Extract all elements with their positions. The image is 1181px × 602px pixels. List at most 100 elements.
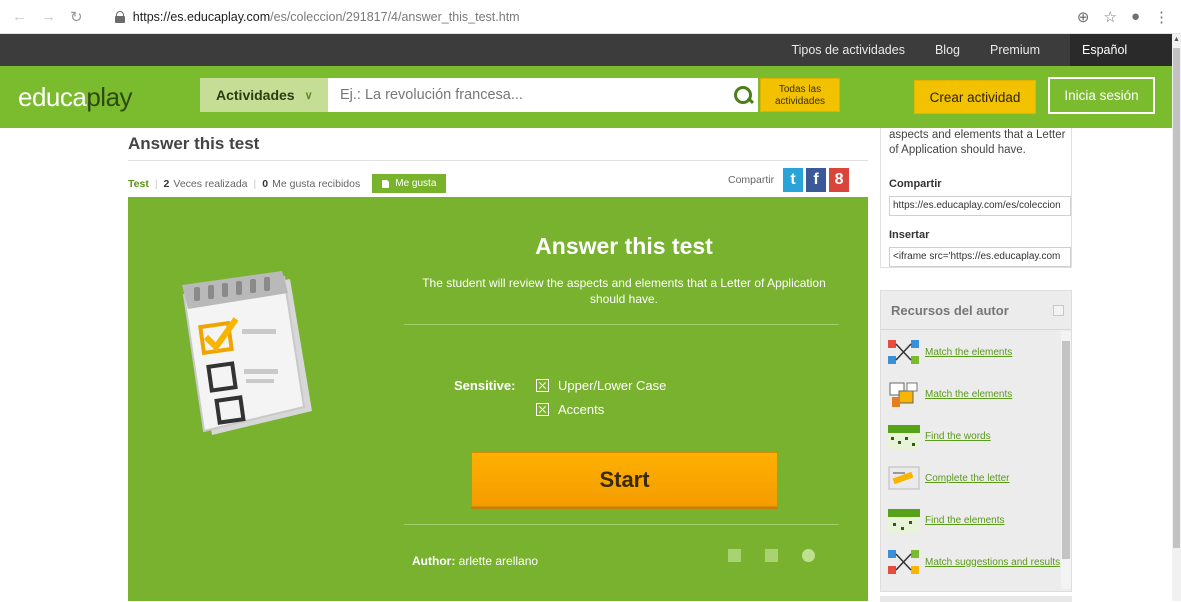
address-bar[interactable]: https://es.educaplay.com/es/coleccion/29…: [109, 4, 1077, 30]
author-line: Author: arlette arellano: [412, 554, 538, 568]
browser-tools: ⊕ ☆ ● ⋮: [1077, 8, 1181, 26]
share-url-field[interactable]: https://es.educaplay.com/es/coleccion: [889, 196, 1071, 216]
chevron-down-icon: ∨: [304, 89, 313, 102]
times-done-count: 2: [163, 177, 170, 190]
nav-link-premium[interactable]: Premium: [990, 43, 1040, 57]
lock-icon: [114, 10, 125, 23]
author-label: Author:: [412, 554, 456, 568]
resource-link[interactable]: Match the elements: [925, 388, 1012, 401]
resource-link[interactable]: Match suggestions and results: [925, 556, 1060, 569]
separator: |: [154, 177, 158, 190]
sidebar-embed-heading: Insertar: [889, 229, 930, 241]
nav-link-blog[interactable]: Blog: [935, 43, 960, 57]
start-button[interactable]: Start: [471, 452, 778, 507]
divider: [128, 160, 868, 161]
resource-link[interactable]: Find the words: [925, 430, 991, 443]
educaplay-logo[interactable]: educaplay: [18, 82, 133, 113]
option-case-sensitive[interactable]: Upper/Lower Case: [536, 378, 666, 393]
forward-icon[interactable]: →: [41, 8, 56, 26]
twitter-icon[interactable]: t: [783, 168, 804, 192]
resources-scrollbar[interactable]: [1061, 331, 1071, 589]
match-activity-icon: [888, 340, 919, 364]
notepad-checklist-icon: [182, 271, 312, 435]
word-search-icon: [888, 509, 920, 533]
category-label: Actividades: [216, 87, 295, 103]
create-activity-button[interactable]: Crear actividad: [914, 80, 1036, 114]
login-button[interactable]: Inicia sesión: [1048, 77, 1155, 114]
author-resources-panel: Recursos del autor Match the elements Ma…: [880, 290, 1072, 592]
print-icon[interactable]: [765, 549, 778, 562]
match-activity-icon: [889, 382, 918, 407]
language-label: Español: [1082, 43, 1128, 57]
word-search-icon: [888, 425, 920, 449]
separator: |: [253, 177, 257, 190]
scroll-up-icon[interactable]: ▲: [1173, 36, 1180, 43]
activity-type-link[interactable]: Test: [128, 178, 149, 190]
fullscreen-icon[interactable]: [728, 549, 741, 562]
facebook-icon[interactable]: f: [806, 168, 827, 192]
search-input[interactable]: Ej.: La revolución francesa...: [328, 78, 728, 112]
zoom-icon[interactable]: ⊕: [1077, 8, 1090, 26]
profile-icon[interactable]: ●: [1131, 8, 1140, 26]
url-host: https://es.educaplay.com: [132, 9, 271, 24]
url-path: /es/coleccion/291817/4/answer_this_test.…: [270, 9, 520, 24]
bookmark-star-icon[interactable]: ☆: [1103, 8, 1116, 26]
like-button[interactable]: Me gusta: [372, 174, 447, 193]
sidebar-next-box: [880, 596, 1072, 602]
checkbox-icon[interactable]: [536, 379, 549, 392]
category-dropdown[interactable]: Actividades ∨: [200, 78, 328, 112]
back-icon[interactable]: ←: [12, 8, 27, 26]
nav-link-activity-types[interactable]: Tipos de actividades: [791, 43, 905, 57]
list-item[interactable]: Match the elements: [887, 331, 1065, 373]
sidebar-description: aspects and elements that a Letter of Ap…: [889, 129, 1066, 156]
help-icon[interactable]: [802, 549, 815, 562]
match-activity-icon: [888, 550, 919, 574]
list-item[interactable]: Find the elements: [887, 499, 1065, 541]
page-scrollbar[interactable]: ▲: [1172, 34, 1181, 601]
menu-kebab-icon[interactable]: ⋮: [1154, 8, 1169, 26]
likes-label: Me gusta recibidos: [272, 177, 361, 190]
resources-list: Match the elements Match the elements Fi…: [887, 331, 1065, 583]
resources-title: Recursos del autor: [891, 303, 1009, 318]
option-label: Accents: [558, 402, 605, 417]
browser-toolbar: ← → ↻ https://es.educaplay.com/es/colecc…: [0, 0, 1181, 34]
list-item[interactable]: Find the words: [887, 415, 1065, 457]
divider: [404, 324, 839, 325]
sidebar-share-heading: Compartir: [889, 178, 942, 190]
resource-link[interactable]: Complete the letter: [925, 472, 1010, 485]
resource-link[interactable]: Match the elements: [925, 346, 1012, 359]
resource-link[interactable]: Find the elements: [925, 514, 1005, 527]
list-item[interactable]: Match the elements: [887, 373, 1065, 415]
activity-tools: [728, 549, 815, 562]
sidebar-info-box: aspects and elements that a Letter of Ap…: [880, 128, 1072, 268]
search-icon[interactable]: [728, 78, 758, 112]
logo-part-2: play: [86, 82, 133, 112]
complete-text-icon: [888, 466, 920, 490]
reload-icon[interactable]: ↻: [70, 8, 83, 26]
divider: [404, 524, 839, 525]
browser-nav: ← → ↻: [0, 8, 109, 26]
collapse-icon[interactable]: [1053, 305, 1064, 316]
option-accents[interactable]: Accents: [536, 402, 604, 417]
embed-code-field[interactable]: <iframe src='https://es.educaplay.com: [889, 247, 1071, 267]
list-item[interactable]: Match suggestions and results: [887, 541, 1065, 583]
author-name[interactable]: arlette arellano: [459, 554, 538, 568]
times-done-label: Veces realizada: [173, 177, 248, 190]
top-nav-bar: Tipos de actividades Blog Premium Españo…: [0, 34, 1180, 66]
checkbox-icon[interactable]: [536, 403, 549, 416]
card-title: Answer this test: [535, 233, 713, 259]
scrollbar-thumb[interactable]: [1173, 48, 1180, 548]
share-bar: Compartir t f 8: [728, 168, 850, 192]
share-label: Compartir: [728, 174, 775, 186]
all-activities-button[interactable]: Todas las actividades: [760, 78, 840, 112]
google-plus-icon[interactable]: 8: [829, 168, 850, 192]
sensitive-label: Sensitive:: [454, 378, 516, 393]
thumbs-up-icon: [382, 179, 390, 188]
list-item[interactable]: Complete the letter: [887, 457, 1065, 499]
like-button-label: Me gusta: [395, 178, 437, 189]
activity-description: The student will review the aspects and …: [422, 276, 826, 306]
page-title: Answer this test: [128, 134, 260, 153]
language-selector[interactable]: Español ∨: [1070, 34, 1180, 66]
divider: [881, 329, 1071, 330]
scrollbar-thumb[interactable]: [1062, 341, 1070, 559]
